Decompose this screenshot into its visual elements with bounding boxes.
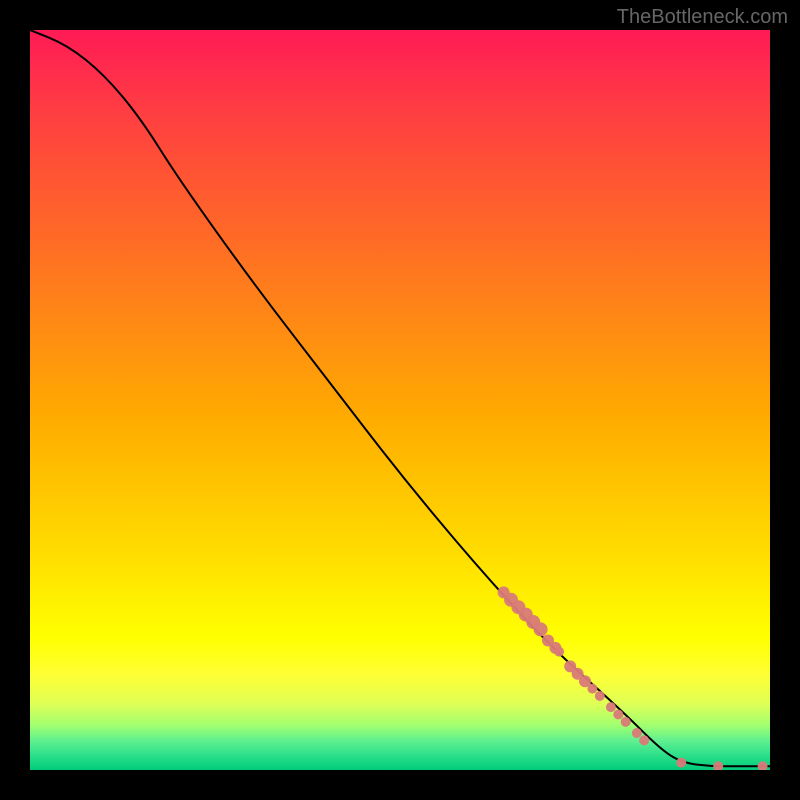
chart-svg xyxy=(30,30,770,770)
chart-data-point xyxy=(632,728,642,738)
chart-data-point xyxy=(595,691,605,701)
chart-data-point xyxy=(639,735,649,745)
chart-curve xyxy=(30,30,770,766)
chart-data-point xyxy=(613,710,623,720)
chart-data-point xyxy=(621,717,631,727)
chart-data-point xyxy=(606,702,616,712)
chart-data-point xyxy=(534,622,548,636)
chart-plot-area xyxy=(30,30,770,770)
chart-data-point xyxy=(554,647,564,657)
chart-data-point xyxy=(713,761,723,770)
chart-data-point xyxy=(587,684,597,694)
chart-data-point xyxy=(676,758,686,768)
chart-data-point xyxy=(758,761,768,770)
watermark-text: TheBottleneck.com xyxy=(617,6,788,29)
chart-points-group xyxy=(498,586,768,770)
